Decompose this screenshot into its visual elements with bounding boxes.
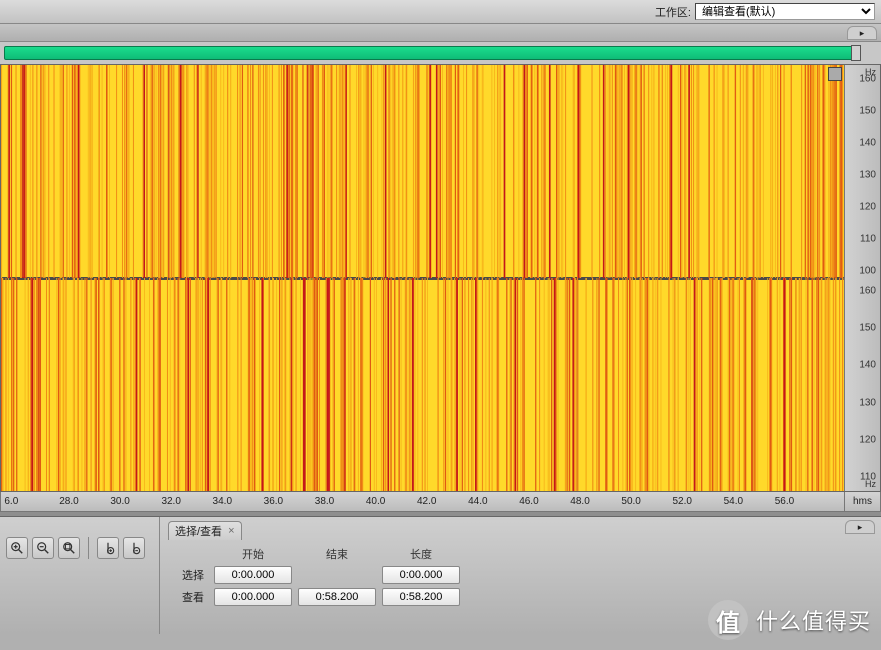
selection-panel: ▸ 选择/查看 × 开始 结束 长度 选择 查看 <box>160 517 881 634</box>
close-icon[interactable]: × <box>228 525 234 537</box>
toolbar-separator <box>88 537 89 559</box>
row-view-label: 查看 <box>168 589 208 605</box>
chevron-right-icon: ▸ <box>858 522 863 533</box>
transport-end-handle[interactable] <box>851 45 861 61</box>
editor-main: Hz16015014013012011010016015014013012011… <box>0 64 881 512</box>
zoom-out-icon <box>36 541 50 555</box>
zoom-vertical-out-button[interactable] <box>123 537 145 559</box>
time-ruler-track[interactable]: 6.028.030.032.034.036.038.040.042.044.04… <box>1 492 844 511</box>
col-end-header: 结束 <box>298 546 376 562</box>
select-start-field[interactable] <box>214 566 292 584</box>
time-grid: 开始 结束 长度 选择 查看 <box>168 546 873 606</box>
zoom-in-icon <box>10 541 24 555</box>
col-start-header: 开始 <box>214 546 292 562</box>
bottom-panel: ▸ 选择/查看 × 开始 结束 长度 选择 查看 <box>0 516 881 634</box>
zoom-fit-icon <box>62 541 76 555</box>
view-end-field[interactable] <box>298 588 376 606</box>
transport-track[interactable] <box>4 46 853 60</box>
time-ruler-unit: hms <box>844 492 880 511</box>
zoom-vertical-in-button[interactable] <box>97 537 119 559</box>
workspace-select[interactable]: 编辑查看(默认) <box>695 3 875 20</box>
col-length-header: 长度 <box>382 546 460 562</box>
spectrogram-area[interactable]: Hz16015014013012011010016015014013012011… <box>0 64 881 492</box>
spectrogram-canvas[interactable] <box>1 65 844 491</box>
view-start-field[interactable] <box>214 588 292 606</box>
zoom-fit-button[interactable] <box>58 537 80 559</box>
tab-label: 选择/查看 <box>175 523 222 539</box>
time-ruler[interactable]: 6.028.030.032.034.036.038.040.042.044.04… <box>0 492 881 512</box>
panel-tab-strip-top: ▸ <box>0 24 881 42</box>
selection-view-tab[interactable]: 选择/查看 × <box>168 521 242 540</box>
top-bar: 工作区: 编辑查看(默认) <box>0 0 881 24</box>
frequency-ruler[interactable]: Hz16015014013012011010016015014013012011… <box>844 65 880 491</box>
select-length-field[interactable] <box>382 566 460 584</box>
chevron-right-icon: ▸ <box>860 28 865 39</box>
panel-collapse-handle[interactable]: ▸ <box>847 26 877 40</box>
zoom-vertical-in-icon <box>101 541 115 555</box>
view-length-field[interactable] <box>382 588 460 606</box>
row-select-label: 选择 <box>168 567 208 583</box>
transport-bar <box>0 42 881 64</box>
workspace-label: 工作区: <box>655 4 691 20</box>
selection-corner-icon[interactable] <box>828 67 842 81</box>
zoom-in-button[interactable] <box>6 537 28 559</box>
panel-collapse-handle-bottom[interactable]: ▸ <box>845 520 875 534</box>
zoom-toolbar <box>0 517 160 634</box>
zoom-vertical-out-icon <box>127 541 141 555</box>
zoom-out-button[interactable] <box>32 537 54 559</box>
